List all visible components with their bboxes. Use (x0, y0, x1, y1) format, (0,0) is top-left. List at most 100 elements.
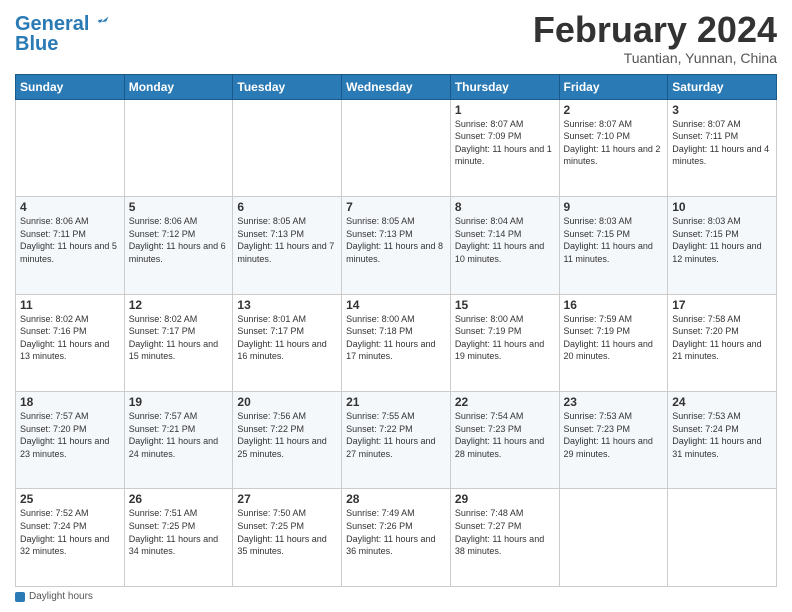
day-info: Sunrise: 8:06 AM Sunset: 7:12 PM Dayligh… (129, 215, 229, 265)
calendar-cell: 14Sunrise: 8:00 AM Sunset: 7:18 PM Dayli… (342, 294, 451, 391)
day-number: 13 (237, 298, 337, 312)
logo-text: General (15, 14, 89, 34)
day-number: 3 (672, 103, 772, 117)
calendar-cell: 8Sunrise: 8:04 AM Sunset: 7:14 PM Daylig… (450, 197, 559, 294)
weekday-header: Monday (124, 74, 233, 99)
calendar-cell: 22Sunrise: 7:54 AM Sunset: 7:23 PM Dayli… (450, 392, 559, 489)
calendar-cell: 4Sunrise: 8:06 AM Sunset: 7:11 PM Daylig… (16, 197, 125, 294)
day-number: 26 (129, 492, 229, 506)
calendar-cell: 9Sunrise: 8:03 AM Sunset: 7:15 PM Daylig… (559, 197, 668, 294)
day-info: Sunrise: 8:00 AM Sunset: 7:19 PM Dayligh… (455, 313, 555, 363)
day-number: 11 (20, 298, 120, 312)
day-info: Sunrise: 8:03 AM Sunset: 7:15 PM Dayligh… (672, 215, 772, 265)
day-number: 10 (672, 200, 772, 214)
calendar-cell: 16Sunrise: 7:59 AM Sunset: 7:19 PM Dayli… (559, 294, 668, 391)
day-info: Sunrise: 8:07 AM Sunset: 7:11 PM Dayligh… (672, 118, 772, 168)
daylight-icon (15, 592, 25, 602)
header: General Blue February 2024 Tuantian, Yun… (15, 10, 777, 66)
calendar-cell: 17Sunrise: 7:58 AM Sunset: 7:20 PM Dayli… (668, 294, 777, 391)
daylight-label: Daylight hours (29, 591, 93, 602)
day-info: Sunrise: 8:05 AM Sunset: 7:13 PM Dayligh… (237, 215, 337, 265)
day-number: 4 (20, 200, 120, 214)
day-info: Sunrise: 8:04 AM Sunset: 7:14 PM Dayligh… (455, 215, 555, 265)
day-info: Sunrise: 8:05 AM Sunset: 7:13 PM Dayligh… (346, 215, 446, 265)
calendar-cell (16, 99, 125, 196)
calendar-cell: 2Sunrise: 8:07 AM Sunset: 7:10 PM Daylig… (559, 99, 668, 196)
weekday-header: Friday (559, 74, 668, 99)
calendar-header-row: SundayMondayTuesdayWednesdayThursdayFrid… (16, 74, 777, 99)
day-number: 12 (129, 298, 229, 312)
calendar-cell: 29Sunrise: 7:48 AM Sunset: 7:27 PM Dayli… (450, 489, 559, 587)
calendar-cell: 3Sunrise: 8:07 AM Sunset: 7:11 PM Daylig… (668, 99, 777, 196)
calendar-cell: 1Sunrise: 8:07 AM Sunset: 7:09 PM Daylig… (450, 99, 559, 196)
weekday-header: Sunday (16, 74, 125, 99)
day-info: Sunrise: 8:03 AM Sunset: 7:15 PM Dayligh… (564, 215, 664, 265)
logo-content: General Blue (15, 14, 111, 54)
calendar-cell: 11Sunrise: 8:02 AM Sunset: 7:16 PM Dayli… (16, 294, 125, 391)
logo-bird-icon (91, 14, 111, 34)
day-info: Sunrise: 7:48 AM Sunset: 7:27 PM Dayligh… (455, 507, 555, 557)
day-info: Sunrise: 7:57 AM Sunset: 7:20 PM Dayligh… (20, 410, 120, 460)
calendar-week-row: 1Sunrise: 8:07 AM Sunset: 7:09 PM Daylig… (16, 99, 777, 196)
day-number: 23 (564, 395, 664, 409)
calendar-cell: 6Sunrise: 8:05 AM Sunset: 7:13 PM Daylig… (233, 197, 342, 294)
day-info: Sunrise: 8:00 AM Sunset: 7:18 PM Dayligh… (346, 313, 446, 363)
day-info: Sunrise: 7:53 AM Sunset: 7:23 PM Dayligh… (564, 410, 664, 460)
day-info: Sunrise: 8:02 AM Sunset: 7:16 PM Dayligh… (20, 313, 120, 363)
day-info: Sunrise: 8:07 AM Sunset: 7:09 PM Dayligh… (455, 118, 555, 168)
day-info: Sunrise: 7:59 AM Sunset: 7:19 PM Dayligh… (564, 313, 664, 363)
calendar-cell: 21Sunrise: 7:55 AM Sunset: 7:22 PM Dayli… (342, 392, 451, 489)
day-number: 1 (455, 103, 555, 117)
day-info: Sunrise: 7:56 AM Sunset: 7:22 PM Dayligh… (237, 410, 337, 460)
day-number: 5 (129, 200, 229, 214)
day-number: 21 (346, 395, 446, 409)
day-number: 2 (564, 103, 664, 117)
day-info: Sunrise: 7:54 AM Sunset: 7:23 PM Dayligh… (455, 410, 555, 460)
day-info: Sunrise: 7:53 AM Sunset: 7:24 PM Dayligh… (672, 410, 772, 460)
calendar-week-row: 25Sunrise: 7:52 AM Sunset: 7:24 PM Dayli… (16, 489, 777, 587)
footer: Daylight hours (15, 591, 777, 602)
calendar-cell: 7Sunrise: 8:05 AM Sunset: 7:13 PM Daylig… (342, 197, 451, 294)
page: General Blue February 2024 Tuantian, Yun… (0, 0, 792, 612)
calendar-cell: 27Sunrise: 7:50 AM Sunset: 7:25 PM Dayli… (233, 489, 342, 587)
day-number: 19 (129, 395, 229, 409)
day-number: 27 (237, 492, 337, 506)
calendar-cell (233, 99, 342, 196)
weekday-header: Tuesday (233, 74, 342, 99)
calendar-cell (559, 489, 668, 587)
day-info: Sunrise: 8:07 AM Sunset: 7:10 PM Dayligh… (564, 118, 664, 168)
calendar-cell: 23Sunrise: 7:53 AM Sunset: 7:23 PM Dayli… (559, 392, 668, 489)
day-info: Sunrise: 7:51 AM Sunset: 7:25 PM Dayligh… (129, 507, 229, 557)
day-number: 29 (455, 492, 555, 506)
day-info: Sunrise: 7:58 AM Sunset: 7:20 PM Dayligh… (672, 313, 772, 363)
day-info: Sunrise: 7:57 AM Sunset: 7:21 PM Dayligh… (129, 410, 229, 460)
day-number: 6 (237, 200, 337, 214)
day-number: 8 (455, 200, 555, 214)
calendar-cell: 15Sunrise: 8:00 AM Sunset: 7:19 PM Dayli… (450, 294, 559, 391)
weekday-header: Wednesday (342, 74, 451, 99)
day-info: Sunrise: 8:02 AM Sunset: 7:17 PM Dayligh… (129, 313, 229, 363)
logo: General Blue (15, 14, 111, 54)
calendar-cell (124, 99, 233, 196)
day-info: Sunrise: 7:55 AM Sunset: 7:22 PM Dayligh… (346, 410, 446, 460)
calendar-cell: 19Sunrise: 7:57 AM Sunset: 7:21 PM Dayli… (124, 392, 233, 489)
calendar-cell: 26Sunrise: 7:51 AM Sunset: 7:25 PM Dayli… (124, 489, 233, 587)
month-title: February 2024 (533, 10, 777, 50)
calendar-cell: 5Sunrise: 8:06 AM Sunset: 7:12 PM Daylig… (124, 197, 233, 294)
day-number: 25 (20, 492, 120, 506)
day-info: Sunrise: 7:50 AM Sunset: 7:25 PM Dayligh… (237, 507, 337, 557)
logo-blue: Blue (15, 34, 111, 54)
day-number: 17 (672, 298, 772, 312)
day-number: 20 (237, 395, 337, 409)
calendar-cell: 28Sunrise: 7:49 AM Sunset: 7:26 PM Dayli… (342, 489, 451, 587)
day-number: 14 (346, 298, 446, 312)
calendar-week-row: 11Sunrise: 8:02 AM Sunset: 7:16 PM Dayli… (16, 294, 777, 391)
calendar-cell: 25Sunrise: 7:52 AM Sunset: 7:24 PM Dayli… (16, 489, 125, 587)
day-info: Sunrise: 7:49 AM Sunset: 7:26 PM Dayligh… (346, 507, 446, 557)
day-number: 18 (20, 395, 120, 409)
day-info: Sunrise: 8:06 AM Sunset: 7:11 PM Dayligh… (20, 215, 120, 265)
calendar-table: SundayMondayTuesdayWednesdayThursdayFrid… (15, 74, 777, 587)
day-info: Sunrise: 8:01 AM Sunset: 7:17 PM Dayligh… (237, 313, 337, 363)
calendar-cell (342, 99, 451, 196)
calendar-cell: 18Sunrise: 7:57 AM Sunset: 7:20 PM Dayli… (16, 392, 125, 489)
